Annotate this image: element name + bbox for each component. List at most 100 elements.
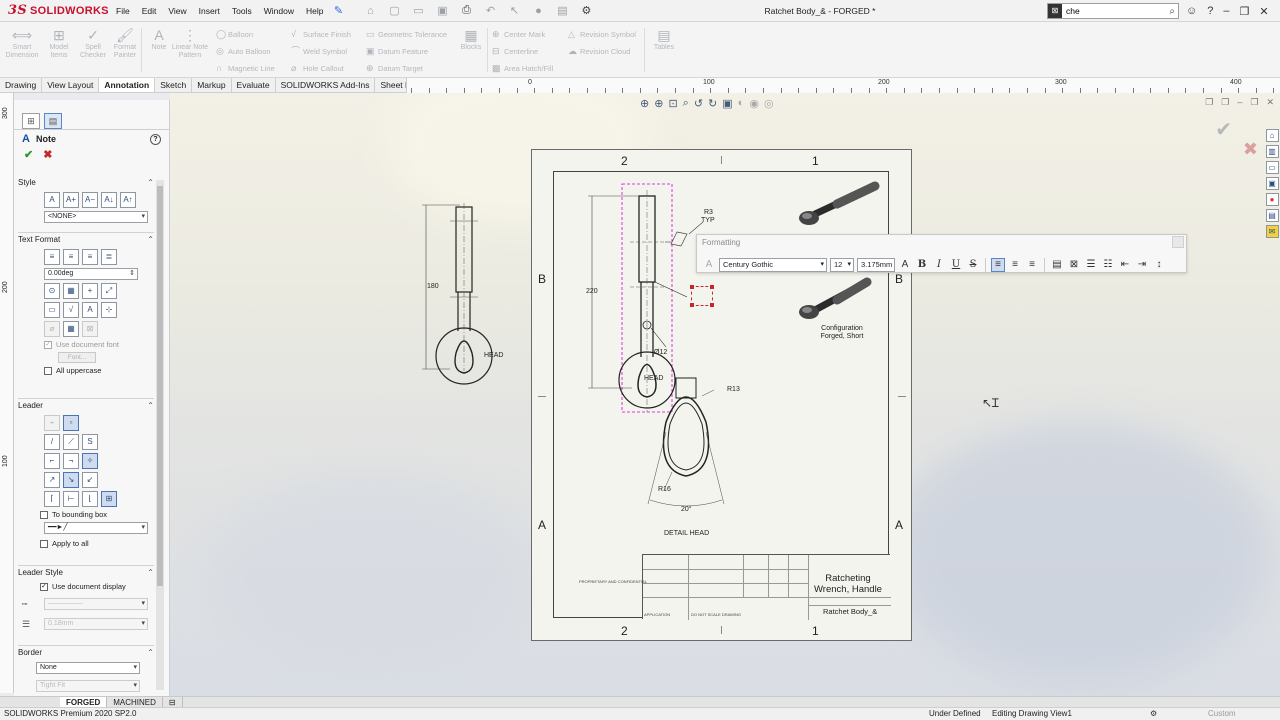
leader-right-icon[interactable]: ¬ (63, 453, 79, 469)
datum-target-button[interactable]: ⊕ Datum Target (366, 61, 423, 75)
all-uppercase-checkbox[interactable]: All uppercase (44, 366, 154, 375)
handle[interactable] (690, 303, 694, 307)
datum-feature-icon[interactable]: A (82, 302, 98, 318)
align-center-icon[interactable]: ≡ (63, 249, 79, 265)
menu-file[interactable]: File (110, 0, 136, 22)
leader-left-icon[interactable]: ⌐ (44, 453, 60, 469)
style-dropdown[interactable]: <NONE> ▾ (44, 211, 148, 223)
handle[interactable] (710, 303, 714, 307)
leader-bottom-icon[interactable]: ⌊ (82, 491, 98, 507)
property-manager-tab-icon[interactable]: ▤ (44, 113, 62, 129)
surface-finish-icon[interactable]: √ (63, 302, 79, 318)
spline-leader-icon[interactable]: S (82, 434, 98, 450)
border-header[interactable]: Border ⌃ (18, 646, 154, 659)
fillet-typ-label[interactable]: TYP (701, 217, 715, 224)
increase-indent-icon[interactable]: ⇥ (1135, 258, 1149, 272)
pin-menu-icon[interactable]: ✎ (329, 4, 347, 17)
magnetic-line-button[interactable]: ∩ Magnetic Line (216, 61, 275, 75)
graphics-area[interactable]: ⊕ ⊕ ⊡ ⌕ ↺ ↻ ▣ ◐ ◉ ◎ ❐ ❐ – ❐ ✕ ✔ ✖ ⌂ ▥ ▭ … (170, 93, 1280, 696)
tab-drawing[interactable]: Drawing (0, 78, 43, 92)
viewport-restore-icon[interactable]: ❐ (1205, 97, 1213, 108)
previous-view-icon[interactable]: ↺ (694, 97, 703, 110)
hole-callout-icon[interactable]: ⌀ (44, 321, 60, 337)
underline-icon[interactable]: U (949, 258, 963, 272)
angle-spinner[interactable]: 0.00deg ⇕ (44, 268, 138, 280)
align-left-icon[interactable]: ≡ (44, 249, 60, 265)
help-icon[interactable]: ? (1207, 5, 1213, 17)
formatting-close-button[interactable] (1172, 236, 1184, 248)
save-style-icon[interactable]: A↓ (101, 192, 117, 208)
load-style-icon[interactable]: A↑ (120, 192, 136, 208)
text-format-header[interactable]: Text Format ⌃ (18, 233, 154, 246)
pm-scrollbar[interactable] (156, 180, 164, 690)
lock-unlock-icon[interactable]: ⤢ (101, 283, 117, 299)
tab-view-layout[interactable]: View Layout (42, 78, 100, 92)
collapse-caret-icon[interactable]: ⌃ (147, 568, 154, 577)
leader-middle-icon[interactable]: ⊢ (63, 491, 79, 507)
geometric-tolerance-icon[interactable]: ▭ (44, 302, 60, 318)
line-style-dropdown[interactable]: ————— ▾ (44, 598, 148, 610)
viewport-minimize-icon[interactable]: – (1237, 97, 1242, 108)
revision-icon[interactable]: ⊠ (82, 321, 98, 337)
leader-header[interactable]: Leader ⌃ (18, 399, 154, 412)
leader-nearest-icon[interactable]: ✧ (82, 453, 98, 469)
new-note-box[interactable] (690, 285, 714, 307)
collapse-caret-icon[interactable]: ⌃ (147, 178, 154, 187)
fillet-radius-dim[interactable]: R3 (704, 209, 713, 216)
feature-manager-tab-icon[interactable]: ⊞ (22, 113, 40, 129)
straight-leader-icon[interactable]: / (44, 434, 60, 450)
view-settings-icon[interactable]: ◎ (764, 97, 774, 110)
font-name-dropdown[interactable]: Century Gothic ▾ (719, 258, 827, 272)
scroll-thumb[interactable] (157, 186, 163, 586)
detail-angle-dim[interactable]: 20° (681, 506, 692, 513)
home-icon[interactable]: ⌂ (361, 5, 379, 17)
add-symbol-icon[interactable]: + (82, 283, 98, 299)
leader-style-header[interactable]: Leader Style ⌃ (18, 566, 154, 579)
area-hatch-button[interactable]: ▩ Area Hatch/Fill (492, 61, 553, 75)
tables-button[interactable]: ▤ Tables (646, 26, 682, 52)
leader-straight-icon[interactable]: ↗ (44, 472, 60, 488)
font-size-dropdown[interactable]: 12 ▾ (830, 258, 854, 272)
font-height-input[interactable]: 3.175mm (857, 258, 895, 272)
isometric-view-2[interactable] (797, 270, 887, 325)
linear-note-pattern-button[interactable]: ⋮ Linear Note Pattern (170, 26, 210, 60)
bold-icon[interactable]: B (915, 258, 929, 272)
forum-icon[interactable]: ✉ (1265, 225, 1279, 238)
weld-symbol-button[interactable]: ⌒ Weld Symbol (291, 44, 347, 58)
file-explorer-icon[interactable]: ▭ (1265, 161, 1279, 174)
line-weight-dropdown[interactable]: 0.18mm ▾ (44, 618, 148, 630)
zoom-to-fit-icon[interactable]: ⊕ (640, 97, 649, 110)
viewport-maximize-icon[interactable]: ❐ (1250, 97, 1258, 108)
new-document-icon[interactable]: ▢ (385, 4, 403, 17)
geometric-tolerance-button[interactable]: ▭ Geometric Tolerance (366, 27, 447, 41)
font-button[interactable]: Font... (58, 352, 96, 363)
detail-view-label[interactable]: DETAIL HEAD (664, 530, 709, 537)
italic-icon[interactable]: I (932, 258, 946, 272)
menu-tools[interactable]: Tools (226, 0, 258, 22)
off-sheet-head-label[interactable]: HEAD (484, 352, 503, 359)
tab-evaluate[interactable]: Evaluate (232, 78, 276, 92)
no-leader-icon[interactable]: ▫ (63, 415, 79, 431)
search-input[interactable] (1066, 6, 1156, 16)
surface-finish-button[interactable]: √ Surface Finish (291, 27, 351, 41)
add-style-icon[interactable]: A+ (63, 192, 79, 208)
leader-bent-icon[interactable]: ↘ (63, 472, 79, 488)
align-right-icon[interactable]: ≡ (1025, 258, 1039, 272)
view-palette-icon[interactable]: ▣ (1265, 177, 1279, 190)
balloon-button[interactable]: ◯ Balloon (216, 27, 253, 41)
numbering-icon[interactable]: ☷ (1101, 258, 1115, 272)
drawing-sheet[interactable]: 2 1 B A B A 2 1 220 Ø12 HEAD R3 TYP Conf… (531, 149, 912, 641)
align-center-icon[interactable]: ≡ (1008, 258, 1022, 272)
use-document-display-checkbox[interactable]: ✓ Use document display (40, 582, 154, 591)
leader-attach-icon[interactable]: ⌁ (44, 415, 60, 431)
close-icon[interactable]: ✕ (1259, 5, 1268, 18)
menu-edit[interactable]: Edit (136, 0, 163, 22)
off-sheet-length-dim[interactable]: 180 (427, 283, 439, 290)
leader-top-icon[interactable]: ⌈ (44, 491, 60, 507)
display-style-icon[interactable]: ▣ (722, 97, 732, 110)
strikethrough-icon[interactable]: S (966, 258, 980, 272)
help-icon[interactable]: ? (150, 133, 161, 145)
justify-icon[interactable]: ≣ (101, 249, 117, 265)
sheet-tab-forged[interactable]: FORGED (60, 696, 108, 708)
bent-leader-icon[interactable]: ⟋ (63, 434, 79, 450)
